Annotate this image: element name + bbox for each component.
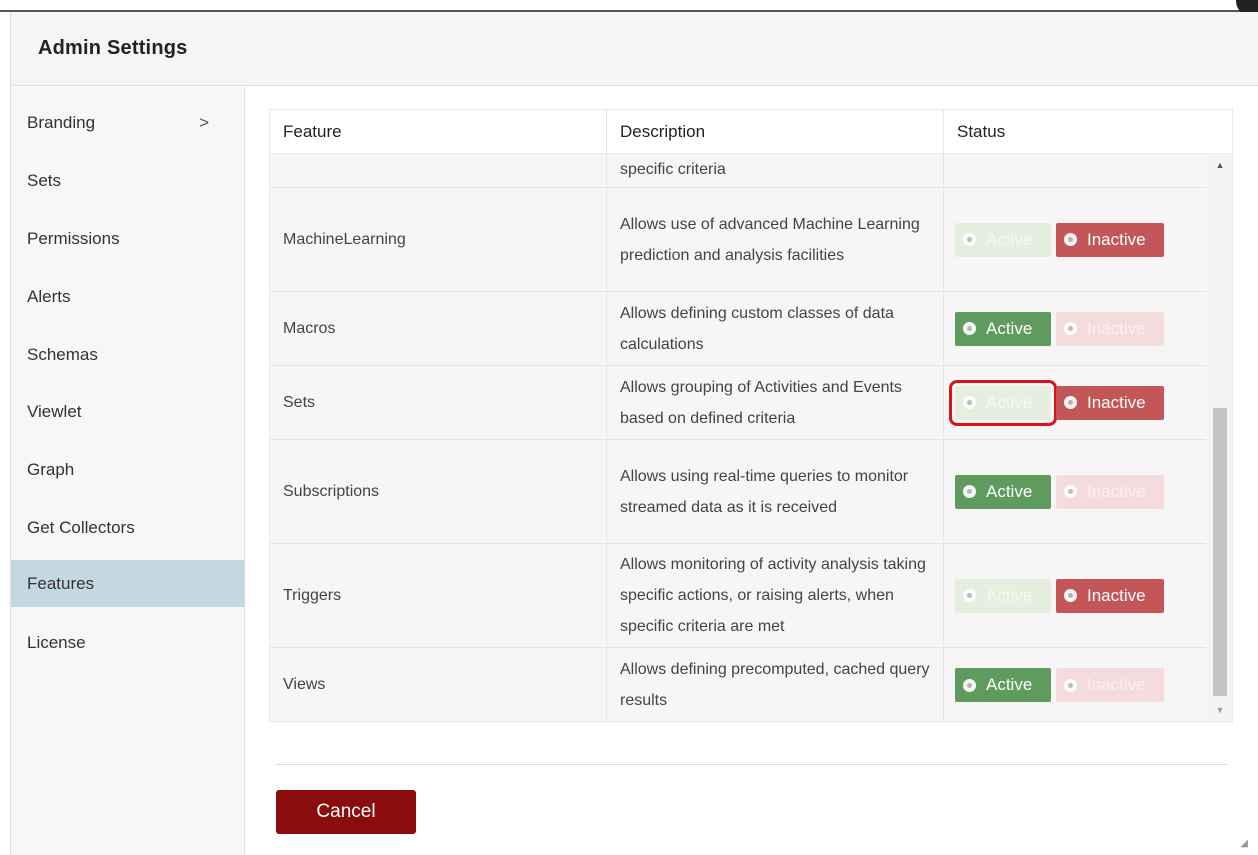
column-header-feature[interactable]: Feature — [270, 110, 607, 154]
sidebar-item-label: Alerts — [27, 286, 71, 306]
sidebar-item-alerts[interactable]: Alerts — [11, 273, 245, 320]
active-toggle-button[interactable]: Active — [955, 578, 1051, 613]
radio-icon — [1064, 485, 1077, 498]
inactive-toggle-button[interactable]: Inactive — [1056, 578, 1164, 613]
table-row: Triggers Allows monitoring of activity a… — [270, 544, 1206, 648]
table-row: Views Allows defining precomputed, cache… — [270, 648, 1206, 721]
radio-icon — [963, 678, 976, 692]
feature-cell: MachineLearning — [270, 188, 607, 291]
sidebar-item-branding[interactable]: Branding > — [11, 99, 245, 146]
sidebar-item-features[interactable]: Features — [11, 560, 245, 607]
status-cell — [944, 154, 1206, 187]
description-cell: Allows defining precomputed, cached quer… — [607, 648, 944, 721]
active-toggle-button-highlighted[interactable]: Active — [949, 379, 1057, 426]
sidebar-item-label: Features — [27, 573, 95, 593]
dialog-header: Admin Settings — [11, 12, 1258, 86]
status-cell: Active Inactive — [944, 440, 1206, 543]
cancel-button[interactable]: Cancel — [276, 790, 416, 834]
radio-icon — [963, 322, 976, 335]
settings-sidebar: Branding > Sets Permissions Alerts Schem… — [11, 87, 245, 855]
radio-icon — [1064, 322, 1077, 335]
admin-settings-dialog: Admin Settings Branding > Sets Permissio… — [10, 12, 1258, 855]
table-row: Subscriptions Allows using real-time que… — [270, 440, 1206, 544]
feature-cell — [270, 154, 607, 187]
sidebar-item-label: License — [27, 632, 86, 652]
sidebar-item-graph[interactable]: Graph — [11, 446, 245, 493]
feature-cell: Views — [270, 648, 607, 721]
inactive-toggle-button[interactable]: Inactive — [1056, 222, 1164, 257]
active-toggle-button[interactable]: Active — [955, 474, 1051, 509]
table-row: specific criteria — [270, 154, 1206, 188]
radio-icon — [1064, 678, 1077, 692]
status-cell: Active Inactive — [944, 292, 1206, 365]
feature-cell: Triggers — [270, 544, 607, 647]
sidebar-item-label: Branding — [27, 112, 96, 132]
radio-icon — [963, 233, 976, 246]
sidebar-item-permissions[interactable]: Permissions — [11, 215, 245, 262]
table-row: MachineLearning Allows use of advanced M… — [270, 188, 1206, 292]
inactive-toggle-button[interactable]: Inactive — [1056, 474, 1164, 509]
sidebar-item-get-collectors[interactable]: Get Collectors — [11, 504, 245, 551]
scrollbar-thumb[interactable] — [1213, 408, 1227, 696]
description-cell: Allows use of advanced Machine Learning … — [607, 188, 944, 291]
description-cell: Allows grouping of Activities and Events… — [607, 366, 944, 439]
footer-divider — [275, 764, 1227, 765]
column-header-description[interactable]: Description — [607, 110, 944, 154]
radio-icon — [963, 485, 976, 498]
active-toggle-button[interactable]: Active — [955, 222, 1051, 257]
active-toggle-button[interactable]: Active — [955, 311, 1051, 346]
sidebar-item-label: Permissions — [27, 228, 120, 248]
table-row: Macros Allows defining custom classes of… — [270, 292, 1206, 366]
dialog-title: Admin Settings — [38, 37, 188, 59]
sidebar-item-label: Graph — [27, 459, 75, 479]
status-cell: Active Inactive — [944, 544, 1206, 647]
inactive-toggle-button[interactable]: Inactive — [1056, 311, 1164, 346]
feature-cell: Macros — [270, 292, 607, 365]
table-row: Sets Allows grouping of Activities and E… — [270, 366, 1206, 440]
sidebar-item-viewlet[interactable]: Viewlet — [11, 388, 245, 435]
feature-cell: Subscriptions — [270, 440, 607, 543]
sidebar-item-label: Schemas — [27, 344, 98, 364]
scroll-up-arrow-icon[interactable]: ▲ — [1208, 160, 1232, 174]
description-cell: Allows monitoring of activity analysis t… — [607, 544, 944, 647]
features-table: Feature Description Status specific crit… — [269, 109, 1233, 722]
status-cell: Active Inactive — [944, 188, 1206, 291]
description-cell: Allows defining custom classes of data c… — [607, 292, 944, 365]
sidebar-item-label: Sets — [27, 170, 62, 190]
radio-icon — [1064, 396, 1077, 409]
status-cell: Active Inactive — [944, 648, 1206, 721]
chevron-right-icon: > — [199, 112, 209, 132]
sidebar-item-label: Viewlet — [27, 401, 82, 421]
scroll-down-arrow-icon[interactable]: ▼ — [1208, 705, 1232, 719]
window-top-edge — [0, 0, 1258, 12]
inactive-toggle-button[interactable]: Inactive — [1056, 668, 1164, 702]
radio-icon — [963, 589, 976, 602]
inactive-toggle-button[interactable]: Inactive — [1056, 385, 1164, 420]
active-toggle-button[interactable]: Active — [955, 668, 1051, 702]
column-header-status[interactable]: Status — [944, 110, 1232, 154]
radio-icon — [1064, 233, 1077, 246]
description-cell: Allows using real-time queries to monito… — [607, 440, 944, 543]
description-cell: specific criteria — [607, 154, 944, 187]
radio-icon — [1064, 589, 1077, 602]
resize-handle-icon[interactable]: ◢ — [1240, 838, 1248, 849]
table-scrollbar[interactable]: ▲ ▼ — [1208, 154, 1232, 721]
feature-cell: Sets — [270, 366, 607, 439]
sidebar-item-label: Get Collectors — [27, 517, 135, 537]
sidebar-item-sets[interactable]: Sets — [11, 157, 245, 204]
table-header: Feature Description Status — [270, 110, 1232, 154]
sidebar-item-schemas[interactable]: Schemas — [11, 331, 245, 378]
sidebar-item-license[interactable]: License — [11, 619, 245, 666]
status-cell: Active Inactive — [944, 366, 1206, 439]
radio-icon — [963, 396, 976, 409]
